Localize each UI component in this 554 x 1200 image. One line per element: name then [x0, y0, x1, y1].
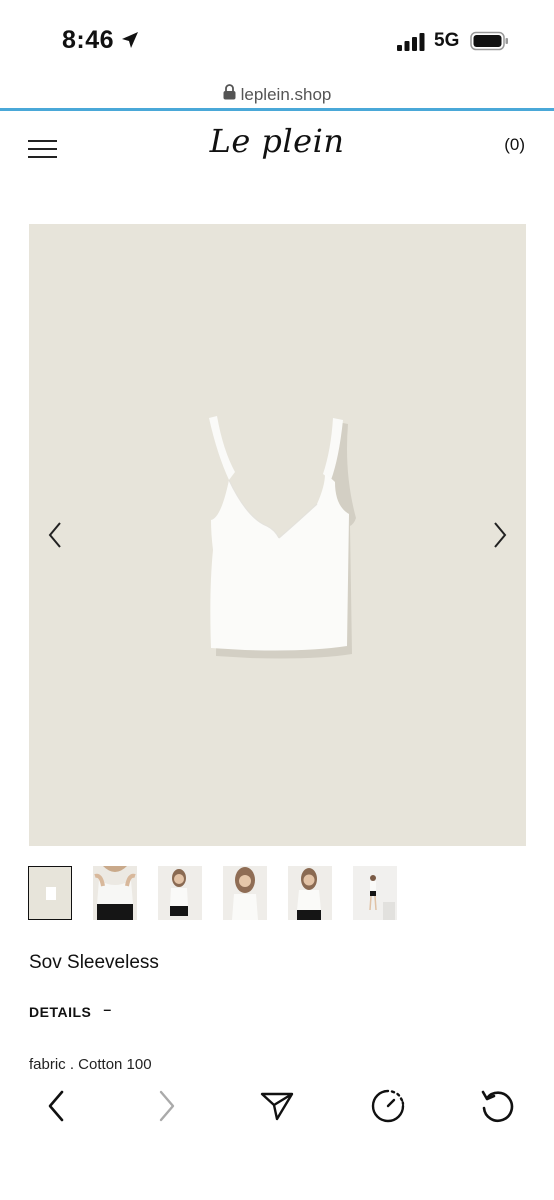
forward-icon[interactable]	[147, 1086, 187, 1126]
cart-button[interactable]: (0)	[504, 135, 525, 155]
back-icon[interactable]	[36, 1086, 76, 1126]
fabric-info: fabric . Cotton 100	[29, 1056, 152, 1073]
page-load-progress	[0, 108, 554, 111]
details-section[interactable]: DETAILS –	[29, 1001, 111, 1020]
signal-bars-icon	[397, 33, 427, 56]
product-title: Sov Sleeveless	[29, 952, 159, 973]
status-bar: 8:46 5G	[0, 0, 554, 80]
site-header: Le plein (0)	[0, 112, 554, 182]
chevron-left-icon[interactable]	[46, 520, 64, 555]
thumbnail-2[interactable]	[93, 866, 137, 920]
details-collapse-toggle[interactable]: –	[103, 1001, 111, 1017]
send-icon[interactable]	[257, 1086, 297, 1126]
chevron-right-icon[interactable]	[491, 520, 509, 555]
browser-toolbar	[0, 1074, 554, 1134]
details-label[interactable]: DETAILS	[29, 1004, 91, 1020]
thumbnail-5[interactable]	[288, 866, 332, 920]
refresh-icon[interactable]	[477, 1086, 517, 1126]
product-image[interactable]	[207, 410, 357, 671]
network-type: 5G	[434, 30, 460, 51]
location-arrow-icon	[120, 30, 140, 55]
status-time: 8:46	[62, 26, 115, 54]
lock-icon	[223, 84, 236, 105]
url-text: leplein.shop	[240, 84, 332, 104]
thumbnail-3[interactable]	[158, 866, 202, 920]
site-logo[interactable]: Le plein	[0, 122, 554, 160]
address-bar[interactable]: leplein.shop	[0, 84, 554, 110]
product-gallery	[29, 224, 526, 846]
thumbnail-4[interactable]	[223, 866, 267, 920]
thumbnail-6[interactable]	[353, 866, 397, 920]
battery-icon	[470, 31, 510, 56]
thumbnail-1[interactable]	[28, 866, 72, 920]
timer-icon[interactable]	[368, 1086, 408, 1126]
